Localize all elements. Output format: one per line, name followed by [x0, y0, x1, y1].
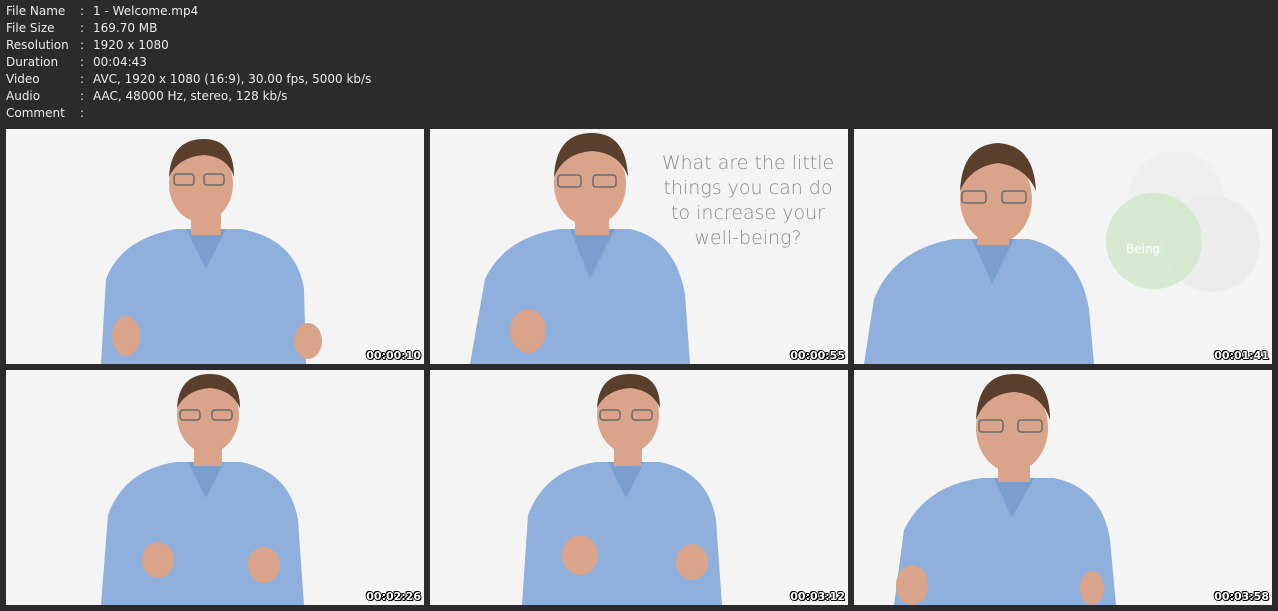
- video-thumbnail[interactable]: Being 00:01:41: [854, 129, 1272, 364]
- presenter-figure: [101, 374, 304, 605]
- presenter-figure: [522, 374, 722, 605]
- info-value: AAC, 48000 Hz, stereo, 128 kb/s: [93, 89, 288, 103]
- info-value: 1920 x 1080: [93, 38, 169, 52]
- presenter-figure: Being: [864, 143, 1260, 364]
- info-row-comment: Comment:: [6, 105, 371, 122]
- info-row-duration: Duration:00:04:43: [6, 54, 371, 71]
- info-row-audio: Audio: AAC, 48000 Hz, stereo, 128 kb/s: [6, 88, 371, 105]
- video-thumbnail[interactable]: What are the little things you can do to…: [430, 129, 848, 364]
- info-sep: :: [80, 38, 85, 52]
- timestamp-label: 00:00:55: [790, 349, 845, 362]
- info-row-file-name: File Name:1 - Welcome.mp4: [6, 3, 371, 20]
- info-value: 169.70 MB: [93, 21, 158, 35]
- info-row-resolution: Resolution:1920 x 1080: [6, 37, 371, 54]
- info-sep: :: [80, 21, 85, 35]
- venn-label: Being: [1126, 242, 1160, 256]
- info-sep: :: [80, 55, 85, 69]
- timestamp-label: 00:03:12: [790, 590, 845, 603]
- info-sep: :: [80, 89, 85, 103]
- info-value: 1 - Welcome.mp4: [93, 4, 199, 18]
- info-key: Duration: [6, 55, 59, 69]
- overlay-question-text: What are the little things you can do to…: [661, 152, 835, 249]
- info-row-file-size: File Size:169.70 MB: [6, 20, 371, 37]
- video-thumbnail[interactable]: 00:00:10: [6, 129, 424, 364]
- timestamp-label: 00:01:41: [1214, 349, 1269, 362]
- info-key: Resolution: [6, 38, 69, 52]
- file-info-panel: File Name:1 - Welcome.mp4 File Size:169.…: [6, 3, 371, 122]
- info-row-video: Video: AVC, 1920 x 1080 (16:9), 30.00 fps…: [6, 71, 371, 88]
- timestamp-label: 00:00:10: [366, 349, 421, 362]
- info-value: AVC, 1920 x 1080 (16:9), 30.00 fps, 5000…: [93, 72, 372, 86]
- info-sep: :: [80, 106, 85, 120]
- timestamp-label: 00:03:58: [1214, 590, 1269, 603]
- info-key: Video: [6, 72, 40, 86]
- info-sep: :: [80, 4, 85, 18]
- video-thumbnail[interactable]: 00:02:26: [6, 370, 424, 605]
- info-key: Comment: [6, 106, 65, 120]
- info-key: File Name: [6, 4, 66, 18]
- video-thumbnail[interactable]: 00:03:58: [854, 370, 1272, 605]
- info-key: Audio: [6, 89, 41, 103]
- presenter-figure: [101, 139, 322, 364]
- info-sep: :: [80, 72, 85, 86]
- video-thumbnail[interactable]: 00:03:12: [430, 370, 848, 605]
- presenter-figure: [894, 374, 1116, 605]
- info-key: File Size: [6, 21, 55, 35]
- timestamp-label: 00:02:26: [366, 590, 421, 603]
- info-value: 00:04:43: [93, 55, 147, 69]
